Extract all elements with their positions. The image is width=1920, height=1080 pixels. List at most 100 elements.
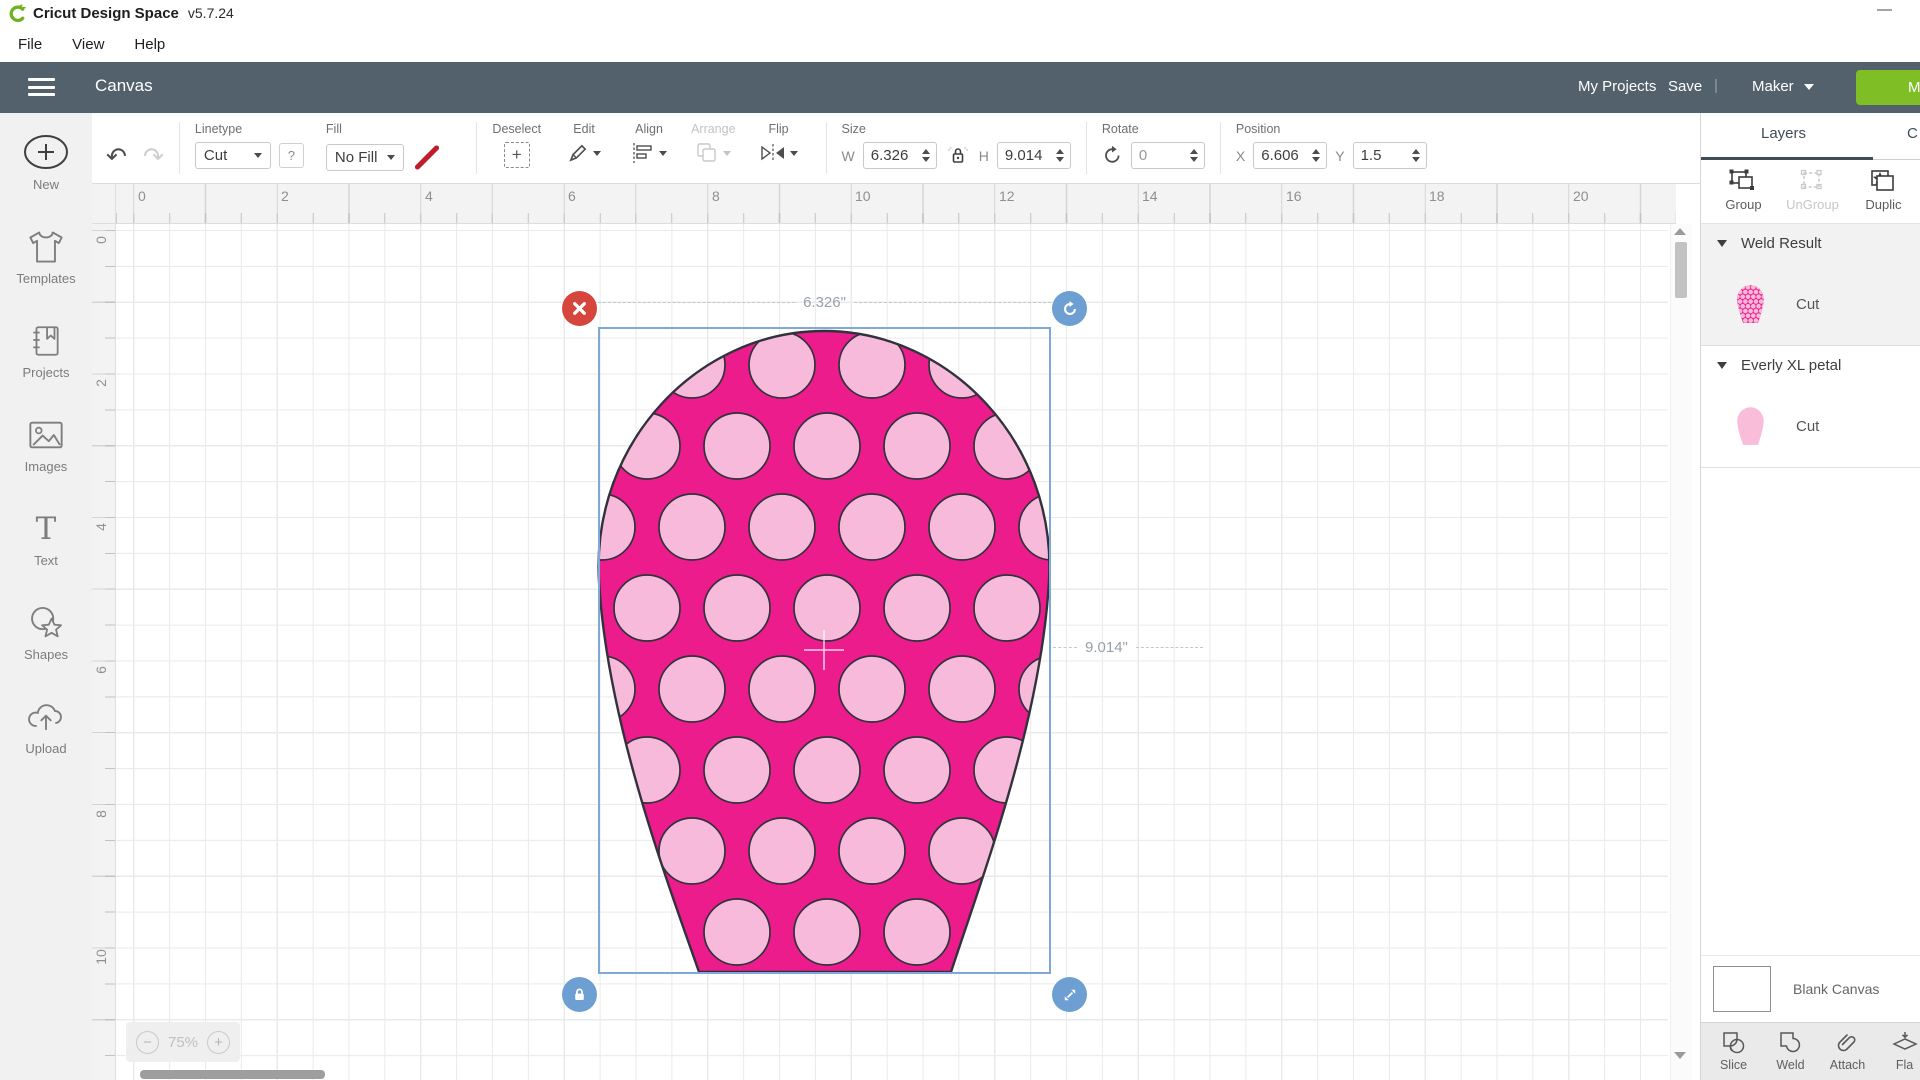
width-stepper [863,142,937,169]
layer-row-everly-cut[interactable]: Cut [1701,385,1920,467]
ruler-label: 10 [855,188,871,204]
rotate-icon [1102,145,1123,166]
layer-thumbnail [1737,407,1764,445]
menu-file[interactable]: File [18,36,42,53]
project-book-icon [28,321,64,361]
linetype-help-button[interactable]: ? [279,143,304,168]
undo-icon[interactable]: ↶ [106,145,127,170]
ruler-label: 20 [1573,188,1589,204]
collapse-caret-icon[interactable] [1717,240,1727,247]
duplicate-button[interactable]: Duplic [1847,160,1920,223]
chevron-down-icon [659,151,667,156]
hamburger-menu-icon[interactable] [28,78,55,96]
edit-button[interactable] [567,142,601,164]
my-projects-link[interactable]: My Projects [1578,78,1656,95]
rotate-spin-buttons[interactable] [1184,149,1204,163]
vertical-scrollbar-thumb[interactable] [1675,242,1687,298]
horizontal-scrollbar-thumb[interactable] [140,1070,325,1079]
layer-group-header[interactable]: Everly XL petal [1701,346,1920,385]
arrange-icon [695,142,719,164]
header-separator: | [1714,77,1718,94]
scroll-up-arrow-icon[interactable] [1674,228,1686,235]
collapse-caret-icon[interactable] [1717,362,1727,369]
zoom-out-button[interactable]: − [136,1031,159,1054]
flatten-button[interactable]: Fla [1876,1023,1920,1080]
tab-layers[interactable]: Layers [1761,125,1806,142]
make-it-button[interactable]: M [1856,70,1920,105]
attach-button[interactable]: Attach [1819,1023,1876,1080]
layer-group-header[interactable]: Weld Result [1701,224,1920,263]
tshirt-icon [27,227,65,267]
group-button[interactable]: Group [1709,160,1778,223]
selection-height-dimension: 9.014" [1053,636,1203,658]
position-y-input[interactable] [1354,144,1406,167]
menu-help[interactable]: Help [134,36,165,53]
chevron-down-icon [1804,84,1814,90]
minimize-button[interactable]: — [1877,1,1892,18]
selection-width-dimension: 6.326" [598,291,1051,313]
arrange-label: Arrange [691,122,735,139]
height-value-label: 9.014" [1085,639,1128,656]
edit-toolbar: ↶ ↷ Linetype Cut ? Fill No Fill Deselect… [92,113,1700,184]
position-x-spin-buttons[interactable] [1306,149,1326,163]
width-spin-buttons[interactable] [916,149,936,163]
sidebar-item-text[interactable]: T Text [0,509,92,603]
save-link[interactable]: Save [1668,78,1702,95]
menu-view[interactable]: View [72,36,104,53]
ruler-label: 4 [93,519,109,535]
lock-handle[interactable] [562,977,597,1012]
align-label: Align [635,122,663,139]
height-input[interactable] [998,144,1050,167]
layer-tools-bar: Slice Weld Attach Fla [1701,1022,1920,1080]
resize-handle[interactable] [1052,977,1087,1012]
sidebar-item-templates[interactable]: Templates [0,227,92,321]
rotate-input[interactable] [1132,144,1184,167]
position-y-stepper [1353,142,1427,169]
arrange-button[interactable] [695,142,731,164]
no-fill-swatch-icon[interactable] [412,142,442,172]
zoom-in-button[interactable]: + [207,1031,230,1054]
rotate-handle[interactable] [1052,291,1087,326]
petal-shape[interactable] [598,327,1051,974]
position-label: Position [1236,122,1427,139]
slice-button[interactable]: Slice [1705,1023,1762,1080]
ruler-label: 0 [93,232,109,248]
height-spin-buttons[interactable] [1050,149,1070,163]
sidebar-item-upload[interactable]: Upload [0,697,92,791]
fill-dropdown[interactable]: No Fill [326,144,405,171]
deselect-button[interactable]: + [504,142,530,168]
image-icon [27,415,65,455]
scroll-down-arrow-icon[interactable] [1674,1052,1686,1059]
position-x-input[interactable] [1254,144,1306,167]
attach-paperclip-icon [1834,1030,1862,1056]
weld-button[interactable]: Weld [1762,1023,1819,1080]
group-icon [1728,168,1758,194]
vertical-scrollbar[interactable] [1670,224,1692,1080]
sidebar-item-projects[interactable]: Projects [0,321,92,415]
flip-button[interactable] [760,142,798,164]
rotate-icon [1061,300,1079,318]
linetype-dropdown[interactable]: Cut [195,142,271,169]
resize-diagonal-icon [1062,987,1078,1003]
flip-icon [760,142,786,164]
design-canvas[interactable]: 0 2 4 6 8 10 12 14 16 18 20 0 2 4 6 8 10 [92,184,1700,1080]
ungroup-button[interactable]: UnGroup [1778,160,1847,223]
position-x-label: X [1236,148,1245,164]
rotate-label: Rotate [1102,122,1205,139]
sidebar-item-shapes[interactable]: Shapes [0,603,92,697]
size-lock-icon[interactable] [945,144,971,168]
canvas-color-swatch[interactable] [1713,966,1771,1012]
position-y-spin-buttons[interactable] [1406,149,1426,163]
sidebar-item-images[interactable]: Images [0,415,92,509]
layer-row-weld-cut[interactable]: Cut [1701,263,1920,345]
deselect-label: Deselect [492,122,541,139]
layer-group-everly-xl-petal: Everly XL petal Cut [1701,346,1920,468]
delete-handle[interactable] [562,291,597,326]
width-input[interactable] [864,144,916,167]
width-label: W [842,148,855,164]
redo-icon[interactable]: ↷ [143,145,164,170]
tab-color-sync[interactable]: C [1907,125,1918,142]
machine-select-dropdown[interactable]: Maker [1752,78,1814,95]
align-button[interactable] [631,142,667,164]
sidebar-item-new[interactable]: New [0,133,92,227]
